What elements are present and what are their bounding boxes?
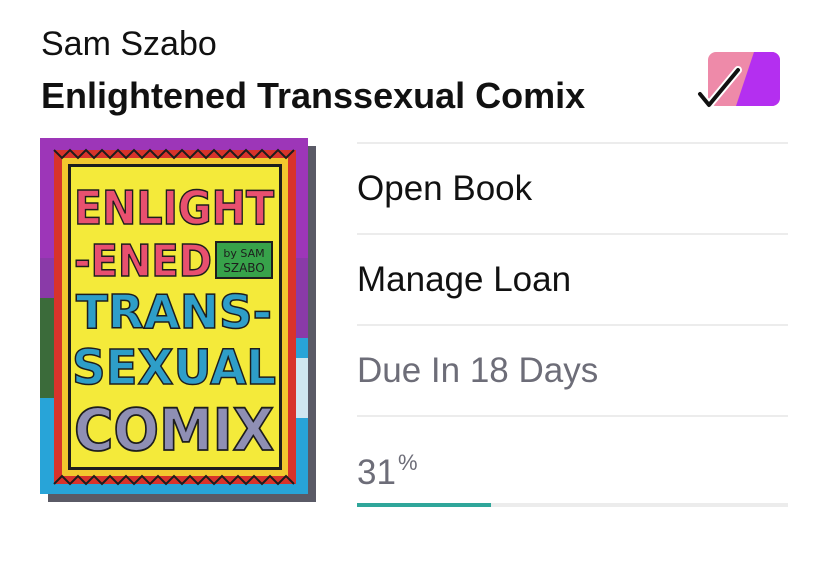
progress-bar [357,503,788,507]
book-author: Sam Szabo [41,25,217,63]
divider [357,415,788,417]
cover-byline-line-1: by SAM [223,247,264,260]
cover-title-line-5: COMIX [74,396,274,464]
cover-title-line-1: ENLIGHT [74,181,275,235]
divider [357,324,788,326]
cover-title-line-3: TRANS- [76,285,272,339]
divider [357,233,788,235]
progress-unit: % [397,450,418,475]
cover-title-line-2: -ENED [74,236,212,287]
cover-title-line-4: SEXUAL [72,340,276,396]
tag-check-icon[interactable] [696,50,782,114]
progress-value: 31 [357,453,396,492]
divider [357,142,788,144]
book-title: Enlightened Transsexual Comix [41,75,586,116]
cover-byline-line-2: SZABO [223,261,265,275]
due-date-text: Due In 18 Days [357,351,599,390]
reading-progress-label: 31% [357,443,418,493]
book-cover[interactable]: ENLIGHT -ENED by SAM SZABO TRANS- SEXUAL… [40,138,316,502]
progress-bar-fill [357,503,491,507]
open-book-button[interactable]: Open Book [357,167,532,211]
manage-loan-button[interactable]: Manage Loan [357,258,571,302]
cover-art: ENLIGHT -ENED by SAM SZABO TRANS- SEXUAL… [40,138,308,494]
